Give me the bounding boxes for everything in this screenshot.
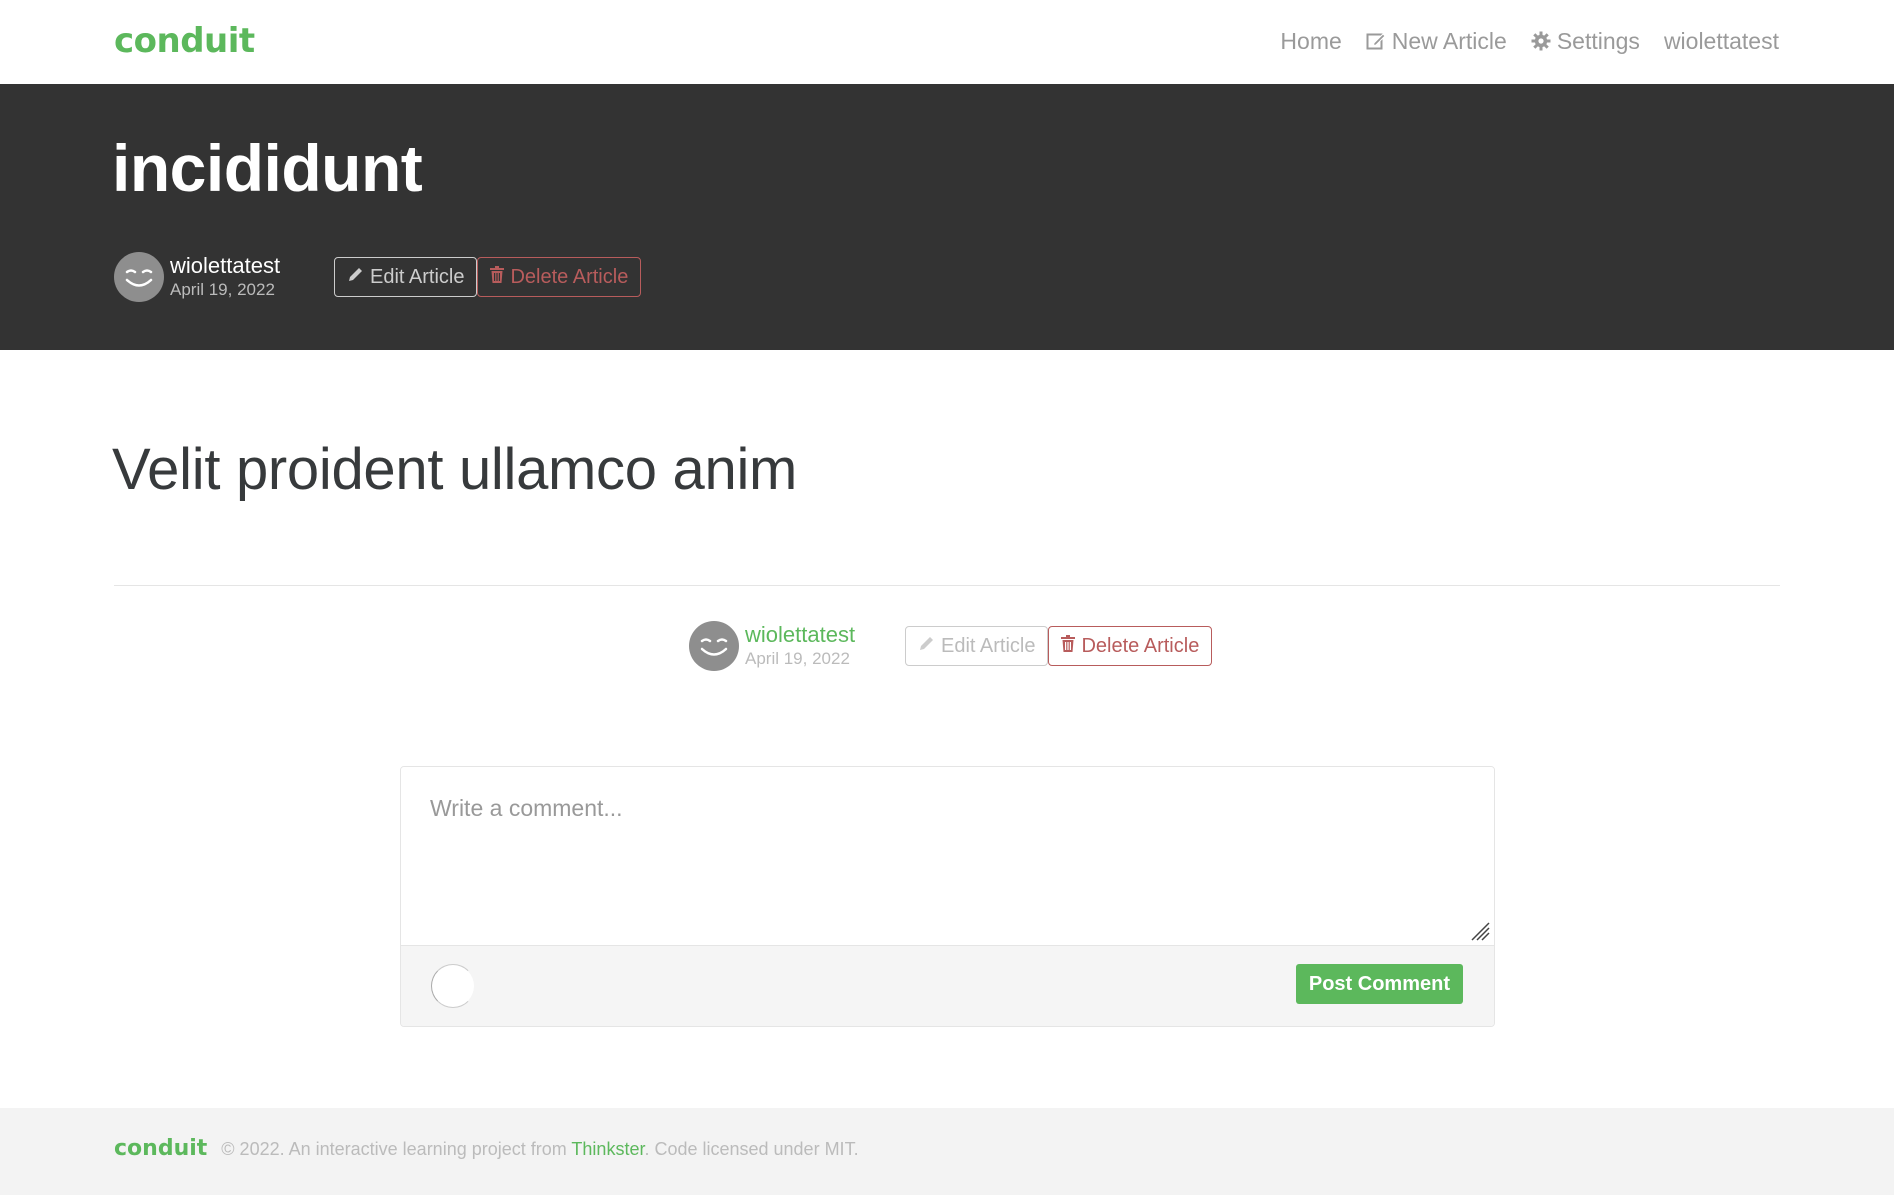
- compose-icon: [1366, 31, 1386, 51]
- footer-attribution: © 2022. An interactive learning project …: [221, 1139, 858, 1160]
- nav-new-article[interactable]: New Article: [1366, 22, 1507, 60]
- footer-content: conduit © 2022. An interactive learning …: [114, 1136, 859, 1161]
- footer-suffix: . Code licensed under MIT.: [644, 1139, 859, 1159]
- smiley-avatar-icon: [700, 638, 728, 656]
- post-comment-button[interactable]: Post Comment: [1295, 964, 1463, 1004]
- article-title: incididunt: [112, 131, 423, 205]
- author-name[interactable]: wiolettatest: [745, 622, 905, 648]
- article-banner: incididunt wiolettatest April 19, 2022 E…: [0, 84, 1894, 350]
- nav-settings-label: Settings: [1556, 28, 1640, 54]
- comment-form: Post Comment: [400, 766, 1495, 1027]
- divider: [114, 585, 1780, 586]
- delete-article-label: Delete Article: [510, 265, 629, 288]
- brand-logo[interactable]: conduit: [114, 18, 255, 64]
- author-avatar[interactable]: [114, 252, 164, 302]
- author-info: wiolettatest April 19, 2022: [170, 253, 330, 301]
- nav-settings[interactable]: Settings: [1531, 22, 1640, 60]
- thinkster-link[interactable]: Thinkster: [571, 1139, 644, 1159]
- comment-input[interactable]: [401, 767, 1494, 945]
- navbar: conduit Home New Article Settings wiolet…: [0, 0, 1894, 84]
- smiley-avatar-icon: [125, 269, 153, 287]
- edit-article-button[interactable]: Edit Article: [334, 257, 478, 297]
- author-avatar[interactable]: [689, 621, 739, 671]
- pencil-icon: [918, 635, 935, 658]
- author-info: wiolettatest April 19, 2022: [745, 622, 905, 670]
- trash-icon: [490, 265, 505, 289]
- nav-new-article-label: New Article: [1391, 28, 1507, 54]
- footer-brand[interactable]: conduit: [114, 1136, 207, 1161]
- comment-author-avatar: [431, 964, 475, 1008]
- footer: conduit © 2022. An interactive learning …: [0, 1108, 1894, 1195]
- article-date: April 19, 2022: [745, 649, 850, 668]
- resize-handle-icon[interactable]: [1470, 921, 1490, 941]
- article-meta-bottom: wiolettatest April 19, 2022 Edit Article: [689, 621, 1213, 671]
- article-body: Velit proident ullamco anim: [112, 437, 798, 502]
- delete-article-button[interactable]: Delete Article: [477, 257, 642, 297]
- nav-links: Home New Article Settings wiolettatest: [1280, 22, 1779, 60]
- nav-profile-label: wiolettatest: [1663, 28, 1779, 54]
- delete-article-label: Delete Article: [1081, 634, 1200, 657]
- pencil-icon: [347, 266, 364, 289]
- footer-prefix: © 2022. An interactive learning project …: [221, 1139, 572, 1159]
- trash-icon: [1061, 634, 1076, 658]
- nav-home-label: Home: [1280, 28, 1342, 54]
- delete-article-button[interactable]: Delete Article: [1048, 626, 1213, 666]
- article-meta-top: wiolettatest April 19, 2022 Edit Article: [114, 252, 642, 302]
- edit-article-label: Edit Article: [370, 265, 465, 288]
- comment-footer: Post Comment: [401, 945, 1494, 1026]
- article-date: April 19, 2022: [170, 280, 275, 299]
- edit-article-label: Edit Article: [941, 634, 1036, 657]
- edit-article-button[interactable]: Edit Article: [905, 626, 1049, 666]
- author-name[interactable]: wiolettatest: [170, 253, 330, 279]
- gear-icon: [1531, 31, 1551, 51]
- nav-profile[interactable]: wiolettatest: [1664, 22, 1779, 60]
- nav-home[interactable]: Home: [1280, 22, 1341, 60]
